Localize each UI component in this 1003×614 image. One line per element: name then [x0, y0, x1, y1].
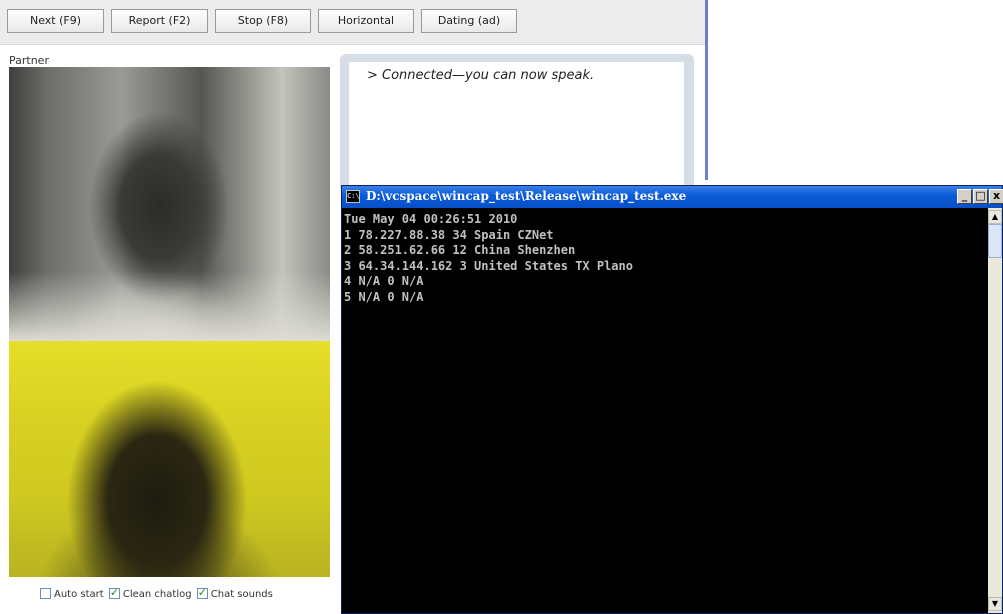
self-video [9, 341, 330, 577]
stop-button[interactable]: Stop (F8) [215, 9, 311, 33]
scroll-up-icon[interactable]: ▲ [988, 210, 1002, 224]
console-scrollbar[interactable]: ▲ ▼ [988, 208, 1002, 613]
console-line: Tue May 04 00:26:51 2010 [344, 212, 518, 226]
dating-button[interactable]: Dating (ad) [421, 9, 517, 33]
chat-message: > Connected—you can now speak. [367, 68, 595, 83]
clean-chatlog-checkbox[interactable] [108, 586, 120, 599]
console-window[interactable]: C:\ D:\vcspace\wincap_test\Release\winca… [341, 185, 1003, 614]
scroll-down-icon[interactable]: ▼ [988, 597, 1002, 611]
page-divider [705, 0, 708, 180]
console-line: 1 78.227.88.38 34 Spain CZNet [344, 227, 554, 242]
auto-start-label: Auto start [54, 589, 104, 600]
console-titlebar[interactable]: C:\ D:\vcspace\wincap_test\Release\winca… [342, 186, 1003, 208]
report-button[interactable]: Report (F2) [111, 9, 208, 33]
maximize-button[interactable]: □ [973, 189, 988, 204]
toolbar: Next (F9) Report (F2) Stop (F8) Horizont… [0, 0, 706, 45]
clean-chatlog-label: Clean chatlog [122, 589, 192, 600]
chat-sounds-checkbox[interactable] [196, 586, 208, 599]
auto-start-checkbox[interactable] [40, 588, 51, 599]
options-bar: Auto start Clean chatlog Chat sounds [40, 586, 275, 600]
console-app-icon: C:\ [346, 190, 360, 203]
next-button[interactable]: Next (F9) [7, 9, 104, 33]
console-line: 2 58.251.62.66 12 China Shenzhen [344, 243, 576, 257]
horizontal-button[interactable]: Horizontal [318, 9, 414, 33]
scroll-thumb[interactable] [988, 224, 1002, 258]
console-line: 3 64.34.144.162 3 United States TX Plano [344, 258, 633, 273]
console-line: 5 N/A 0 N/A [344, 289, 424, 304]
chat-log[interactable]: > Connected—you can now speak. [349, 62, 684, 190]
minimize-button[interactable]: _ [957, 189, 972, 204]
console-line: 4 N/A 0 N/A [344, 274, 424, 288]
console-output: Tue May 04 00:26:51 2010 1 78.227.88.38 … [344, 212, 986, 613]
close-button[interactable]: x [989, 189, 1003, 204]
partner-label: Partner [9, 54, 49, 67]
chat-sounds-label: Chat sounds [210, 589, 273, 600]
console-title: D:\vcspace\wincap_test\Release\wincap_te… [366, 189, 687, 203]
partner-video [9, 67, 330, 341]
